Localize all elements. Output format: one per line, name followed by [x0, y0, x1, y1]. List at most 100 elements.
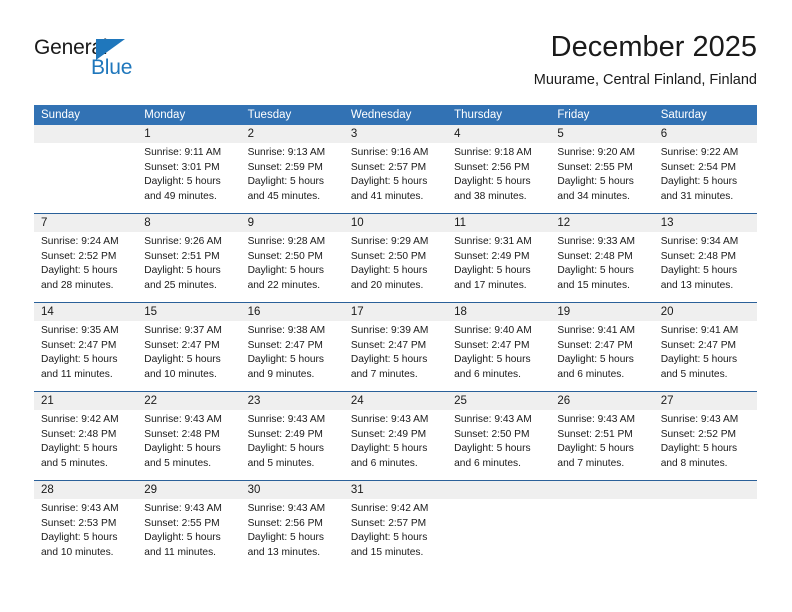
daylight-text-line2: and 9 minutes. [247, 368, 315, 380]
day-cell-inner: 13 Sunrise: 9:34 AM Sunset: 2:48 PM Dayligh… [653, 214, 757, 302]
day-number: 29 [137, 481, 241, 499]
sunrise-text: Sunrise: 9:43 AM [41, 503, 119, 514]
calendar-day-cell[interactable]: 24 Sunrise: 9:43 AM Sunset: 2:49 PM Dayligh… [343, 391, 448, 481]
calendar-day-cell[interactable]: 5 Sunrise: 9:20 AM Sunset: 2:55 PM Daylight… [550, 125, 654, 214]
sunset-text: Sunset: 2:48 PM [41, 428, 117, 440]
sunset-text: Sunset: 2:51 PM [144, 250, 220, 262]
calendar-day-cell[interactable]: 20 Sunrise: 9:41 AM Sunset: 2:47 PM Dayligh… [653, 302, 757, 392]
calendar-day-cell[interactable]: 16 Sunrise: 9:38 AM Sunset: 2:47 PM Dayligh… [240, 302, 344, 392]
sunset-text: Sunset: 2:53 PM [41, 517, 117, 529]
daylight-text-line1: Daylight: 5 hours [144, 354, 221, 366]
calendar-page: General Blue December 2025 Muurame, Cent… [0, 0, 792, 612]
calendar-day-cell[interactable]: 23 Sunrise: 9:43 AM Sunset: 2:49 PM Dayligh… [240, 391, 344, 481]
day-details: Sunrise: 9:39 AM Sunset: 2:47 PM Daylight:… [344, 321, 447, 382]
calendar-body: 1 Sunrise: 9:11 AM Sunset: 3:01 PM Daylight… [34, 125, 757, 569]
page-title: December 2025 [550, 31, 757, 63]
day-details: Sunrise: 9:42 AM Sunset: 2:57 PM Daylight:… [344, 499, 447, 560]
sunset-text: Sunset: 2:49 PM [350, 428, 427, 440]
daylight-text-line2: and 6 minutes. [454, 457, 521, 469]
calendar-day-cell[interactable]: 15 Sunrise: 9:37 AM Sunset: 2:47 PM Dayligh… [137, 302, 241, 392]
daylight-text-line2: and 49 minutes. [144, 190, 217, 202]
calendar-day-cell[interactable]: 8 Sunrise: 9:26 AM Sunset: 2:51 PM Daylight… [137, 213, 241, 303]
sunrise-text: Sunrise: 9:33 AM [557, 236, 635, 247]
day-details: Sunrise: 9:43 AM Sunset: 2:48 PM Daylight:… [137, 410, 240, 471]
daylight-text-line2: and 6 minutes. [350, 457, 418, 469]
day-number [550, 481, 654, 499]
daylight-text-line2: and 7 minutes. [557, 457, 625, 469]
day-number: 17 [343, 303, 448, 321]
sunrise-text: Sunrise: 9:34 AM [660, 236, 739, 247]
day-number [34, 125, 138, 143]
day-details: Sunrise: 9:43 AM Sunset: 2:56 PM Daylight:… [241, 499, 344, 560]
calendar-day-cell[interactable]: 2 Sunrise: 9:13 AM Sunset: 2:59 PM Daylight… [240, 125, 344, 214]
calendar-day-cell[interactable]: 19 Sunrise: 9:41 AM Sunset: 2:47 PM Dayligh… [550, 302, 654, 392]
sunset-text: Sunset: 2:54 PM [660, 161, 737, 173]
daylight-text-line1: Daylight: 5 hours [144, 265, 221, 277]
calendar-day-cell[interactable]: 28 Sunrise: 9:43 AM Sunset: 2:53 PM Dayligh… [34, 480, 138, 569]
calendar-day-cell[interactable]: 11 Sunrise: 9:31 AM Sunset: 2:49 PM Dayligh… [447, 213, 551, 303]
daylight-text-line1: Daylight: 5 hours [41, 265, 118, 277]
day-details: Sunrise: 9:29 AM Sunset: 2:50 PM Daylight:… [344, 232, 447, 293]
calendar-day-cell[interactable]: 10 Sunrise: 9:29 AM Sunset: 2:50 PM Dayligh… [343, 213, 448, 303]
calendar-day-cell[interactable]: 13 Sunrise: 9:34 AM Sunset: 2:48 PM Dayligh… [653, 213, 757, 303]
calendar-day-cell[interactable]: 6 Sunrise: 9:22 AM Sunset: 2:54 PM Daylight… [653, 125, 757, 214]
calendar-day-cell[interactable]: 26 Sunrise: 9:43 AM Sunset: 2:51 PM Dayligh… [550, 391, 654, 481]
day-details: Sunrise: 9:43 AM Sunset: 2:51 PM Daylight:… [550, 410, 653, 471]
calendar-day-cell[interactable]: 18 Sunrise: 9:40 AM Sunset: 2:47 PM Dayligh… [447, 302, 551, 392]
weekday-header-friday: Friday [550, 105, 654, 125]
calendar-day-cell[interactable]: 22 Sunrise: 9:43 AM Sunset: 2:48 PM Dayligh… [137, 391, 241, 481]
daylight-text-line2: and 15 minutes. [350, 546, 424, 558]
calendar-day-cell[interactable]: 1 Sunrise: 9:11 AM Sunset: 3:01 PM Daylight… [137, 125, 241, 214]
daylight-text-line2: and 20 minutes. [350, 279, 424, 291]
calendar-day-cell[interactable]: 9 Sunrise: 9:28 AM Sunset: 2:50 PM Daylight… [240, 213, 344, 303]
calendar-week-row: 1 Sunrise: 9:11 AM Sunset: 3:01 PM Daylight… [34, 125, 757, 214]
calendar-day-cell[interactable]: 21 Sunrise: 9:42 AM Sunset: 2:48 PM Dayligh… [34, 391, 138, 481]
calendar-day-cell[interactable]: 29 Sunrise: 9:43 AM Sunset: 2:55 PM Dayligh… [137, 480, 241, 569]
day-details [654, 499, 757, 502]
day-cell-inner: 31 Sunrise: 9:42 AM Sunset: 2:57 PM Dayligh… [343, 481, 448, 569]
sunset-text: Sunset: 2:59 PM [247, 161, 323, 173]
daylight-text-line1: Daylight: 5 hours [660, 176, 738, 188]
day-number: 19 [550, 303, 654, 321]
weekday-header-sunday: Sunday [34, 105, 138, 125]
calendar-day-cell[interactable]: 14 Sunrise: 9:35 AM Sunset: 2:47 PM Dayligh… [34, 302, 138, 392]
weekday-header-thursday: Thursday [447, 105, 551, 125]
day-number: 26 [550, 392, 654, 410]
day-cell-inner: 29 Sunrise: 9:43 AM Sunset: 2:55 PM Dayligh… [137, 481, 241, 569]
calendar-day-cell[interactable]: 3 Sunrise: 9:16 AM Sunset: 2:57 PM Daylight… [343, 125, 448, 214]
daylight-text-line1: Daylight: 5 hours [350, 354, 428, 366]
sunrise-text: Sunrise: 9:43 AM [247, 503, 326, 514]
calendar-day-cell[interactable]: 7 Sunrise: 9:24 AM Sunset: 2:52 PM Daylight… [34, 213, 138, 303]
general-blue-logo[interactable]: General Blue [34, 36, 184, 84]
sunset-text: Sunset: 2:51 PM [557, 428, 633, 440]
day-cell-inner: 11 Sunrise: 9:31 AM Sunset: 2:49 PM Dayligh… [447, 214, 551, 302]
day-number: 12 [550, 214, 654, 232]
daylight-text-line1: Daylight: 5 hours [41, 532, 118, 544]
calendar-day-cell[interactable]: 30 Sunrise: 9:43 AM Sunset: 2:56 PM Dayligh… [240, 480, 344, 569]
day-number: 30 [240, 481, 344, 499]
sunrise-text: Sunrise: 9:26 AM [144, 236, 222, 247]
day-details [447, 499, 550, 502]
daylight-text-line2: and 8 minutes. [660, 457, 728, 469]
day-number: 6 [653, 125, 757, 143]
day-number: 28 [34, 481, 138, 499]
day-details: Sunrise: 9:20 AM Sunset: 2:55 PM Daylight:… [550, 143, 653, 204]
day-details: Sunrise: 9:22 AM Sunset: 2:54 PM Daylight:… [654, 143, 757, 204]
daylight-text-line2: and 28 minutes. [41, 279, 114, 291]
daylight-text-line1: Daylight: 5 hours [144, 443, 221, 455]
weekday-header-saturday: Saturday [653, 105, 757, 125]
calendar-day-cell[interactable]: 25 Sunrise: 9:43 AM Sunset: 2:50 PM Dayligh… [447, 391, 551, 481]
sunrise-text: Sunrise: 9:29 AM [350, 236, 429, 247]
day-number: 13 [653, 214, 757, 232]
day-cell-inner: 22 Sunrise: 9:43 AM Sunset: 2:48 PM Dayligh… [137, 392, 241, 480]
calendar-day-cell[interactable]: 31 Sunrise: 9:42 AM Sunset: 2:57 PM Dayligh… [343, 480, 448, 569]
calendar-week-row: 7 Sunrise: 9:24 AM Sunset: 2:52 PM Daylight… [34, 213, 757, 303]
calendar-day-cell[interactable]: 4 Sunrise: 9:18 AM Sunset: 2:56 PM Daylight… [447, 125, 551, 214]
weekday-header-tuesday: Tuesday [240, 105, 344, 125]
daylight-text-line1: Daylight: 5 hours [247, 532, 325, 544]
calendar-day-cell[interactable]: 17 Sunrise: 9:39 AM Sunset: 2:47 PM Dayligh… [343, 302, 448, 392]
daylight-text-line1: Daylight: 5 hours [660, 265, 738, 277]
calendar-day-cell[interactable]: 12 Sunrise: 9:33 AM Sunset: 2:48 PM Dayligh… [550, 213, 654, 303]
calendar-day-cell[interactable]: 27 Sunrise: 9:43 AM Sunset: 2:52 PM Dayligh… [653, 391, 757, 481]
sunset-text: Sunset: 2:56 PM [247, 517, 323, 529]
